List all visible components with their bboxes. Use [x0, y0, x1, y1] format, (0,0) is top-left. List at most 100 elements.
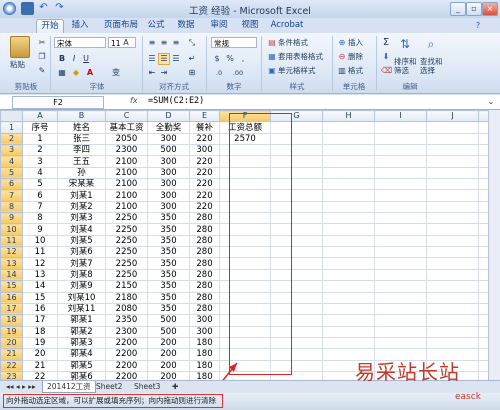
number-format-select[interactable]: 常规: [211, 37, 257, 48]
help-icon[interactable]: ?: [472, 20, 484, 32]
cell[interactable]: [322, 291, 375, 304]
cell[interactable]: 2250: [105, 234, 148, 248]
cell[interactable]: [374, 155, 427, 168]
cell[interactable]: 300: [189, 144, 220, 157]
cell[interactable]: 2350: [105, 314, 148, 327]
cell[interactable]: 350: [147, 223, 190, 236]
column-header[interactable]: K: [478, 110, 488, 123]
row-header[interactable]: 19: [0, 325, 23, 338]
cell[interactable]: [322, 246, 375, 259]
format-button[interactable]: 格式: [348, 65, 363, 76]
align-right-icon[interactable]: ☰: [170, 53, 182, 65]
cell[interactable]: 2300: [105, 325, 148, 338]
orientation-icon[interactable]: ⤡: [186, 37, 198, 49]
cell[interactable]: [478, 370, 488, 380]
cell[interactable]: [322, 200, 375, 214]
cell[interactable]: 全勤奖: [147, 121, 190, 134]
cell[interactable]: 2200: [105, 359, 148, 372]
cell[interactable]: [374, 314, 427, 327]
cell[interactable]: 2250: [105, 268, 148, 282]
bold-button[interactable]: B: [56, 53, 68, 65]
cell[interactable]: [426, 212, 479, 225]
cell[interactable]: 刘某3: [57, 212, 106, 225]
cell[interactable]: 孙: [57, 166, 106, 180]
tab-insert[interactable]: 插入: [68, 19, 92, 32]
row-header[interactable]: 8: [0, 200, 23, 214]
cell[interactable]: 10: [22, 234, 58, 248]
cell[interactable]: [374, 280, 427, 293]
cell[interactable]: 刘某7: [57, 257, 106, 270]
cell[interactable]: 9: [22, 223, 58, 236]
cell[interactable]: 刘某11: [57, 302, 106, 316]
cell[interactable]: 200: [147, 370, 190, 380]
row-header[interactable]: 17: [0, 302, 23, 316]
cell[interactable]: [322, 132, 375, 146]
expand-formula-bar-icon[interactable]: ⌄: [485, 96, 497, 108]
cell[interactable]: 350: [147, 302, 190, 316]
cell[interactable]: 郭某4: [57, 348, 106, 361]
cell[interactable]: [374, 291, 427, 304]
tab-formulas[interactable]: 公式: [144, 19, 168, 32]
cell[interactable]: 1: [22, 132, 58, 146]
align-middle-icon[interactable]: ≡: [158, 37, 170, 49]
cell[interactable]: [322, 268, 375, 282]
cell[interactable]: 350: [147, 246, 190, 259]
cell[interactable]: 8: [22, 212, 58, 225]
cell[interactable]: 餐补: [189, 121, 220, 134]
cell[interactable]: [426, 291, 479, 304]
align-top-icon[interactable]: ≡: [146, 37, 158, 49]
cell[interactable]: 刘某2: [57, 200, 106, 214]
column-header[interactable]: C: [105, 110, 148, 123]
cell[interactable]: [374, 325, 427, 338]
cell[interactable]: 郭某1: [57, 314, 106, 327]
cell[interactable]: [374, 189, 427, 202]
autosum-button[interactable]: Σ: [380, 37, 392, 49]
row-header[interactable]: 13: [0, 257, 23, 270]
cell[interactable]: 350: [147, 268, 190, 282]
minimize-icon[interactable]: _: [450, 2, 466, 16]
cell[interactable]: 郭某2: [57, 325, 106, 338]
cell[interactable]: [478, 189, 488, 202]
cell[interactable]: 7: [22, 200, 58, 214]
cell[interactable]: 200: [147, 359, 190, 372]
cell[interactable]: [478, 257, 488, 270]
cell[interactable]: 12: [22, 257, 58, 270]
cell[interactable]: 2200: [105, 370, 148, 380]
cell[interactable]: [426, 246, 479, 259]
row-header[interactable]: 12: [0, 246, 23, 259]
cell[interactable]: [374, 246, 427, 259]
row-header[interactable]: 4: [0, 155, 23, 168]
cell[interactable]: 2250: [105, 212, 148, 225]
cell[interactable]: [478, 302, 488, 316]
delete-button[interactable]: 删除: [348, 51, 363, 62]
row-header[interactable]: 6: [0, 178, 23, 191]
cell[interactable]: 300: [147, 178, 190, 191]
fill-color-icon[interactable]: ◆: [70, 67, 82, 79]
row-header[interactable]: 1: [0, 121, 23, 134]
cell[interactable]: 280: [189, 234, 220, 248]
cell[interactable]: 2300: [105, 144, 148, 157]
increase-decimal-button[interactable]: .0: [211, 67, 227, 79]
cell[interactable]: 5: [22, 178, 58, 191]
cell[interactable]: 500: [147, 325, 190, 338]
cell[interactable]: [374, 223, 427, 236]
cell[interactable]: 刘某8: [57, 268, 106, 282]
cell[interactable]: [374, 336, 427, 350]
cell[interactable]: [374, 121, 427, 134]
cell[interactable]: [478, 359, 488, 372]
cell[interactable]: [322, 121, 375, 134]
cell[interactable]: [374, 132, 427, 146]
select-all-corner[interactable]: [0, 110, 23, 123]
tab-acrobat[interactable]: Acrobat: [270, 19, 304, 32]
row-header[interactable]: 18: [0, 314, 23, 327]
cell[interactable]: [322, 314, 375, 327]
cell[interactable]: 刘某4: [57, 223, 106, 236]
column-header[interactable]: J: [426, 110, 479, 123]
borders-icon[interactable]: ▦: [56, 67, 68, 79]
column-header[interactable]: B: [57, 110, 106, 123]
font-color-button[interactable]: A: [84, 67, 96, 79]
cut-icon[interactable]: ✂: [36, 37, 48, 49]
cell[interactable]: [426, 155, 479, 168]
cell[interactable]: 2250: [105, 223, 148, 236]
copy-icon[interactable]: ❐: [36, 51, 48, 63]
